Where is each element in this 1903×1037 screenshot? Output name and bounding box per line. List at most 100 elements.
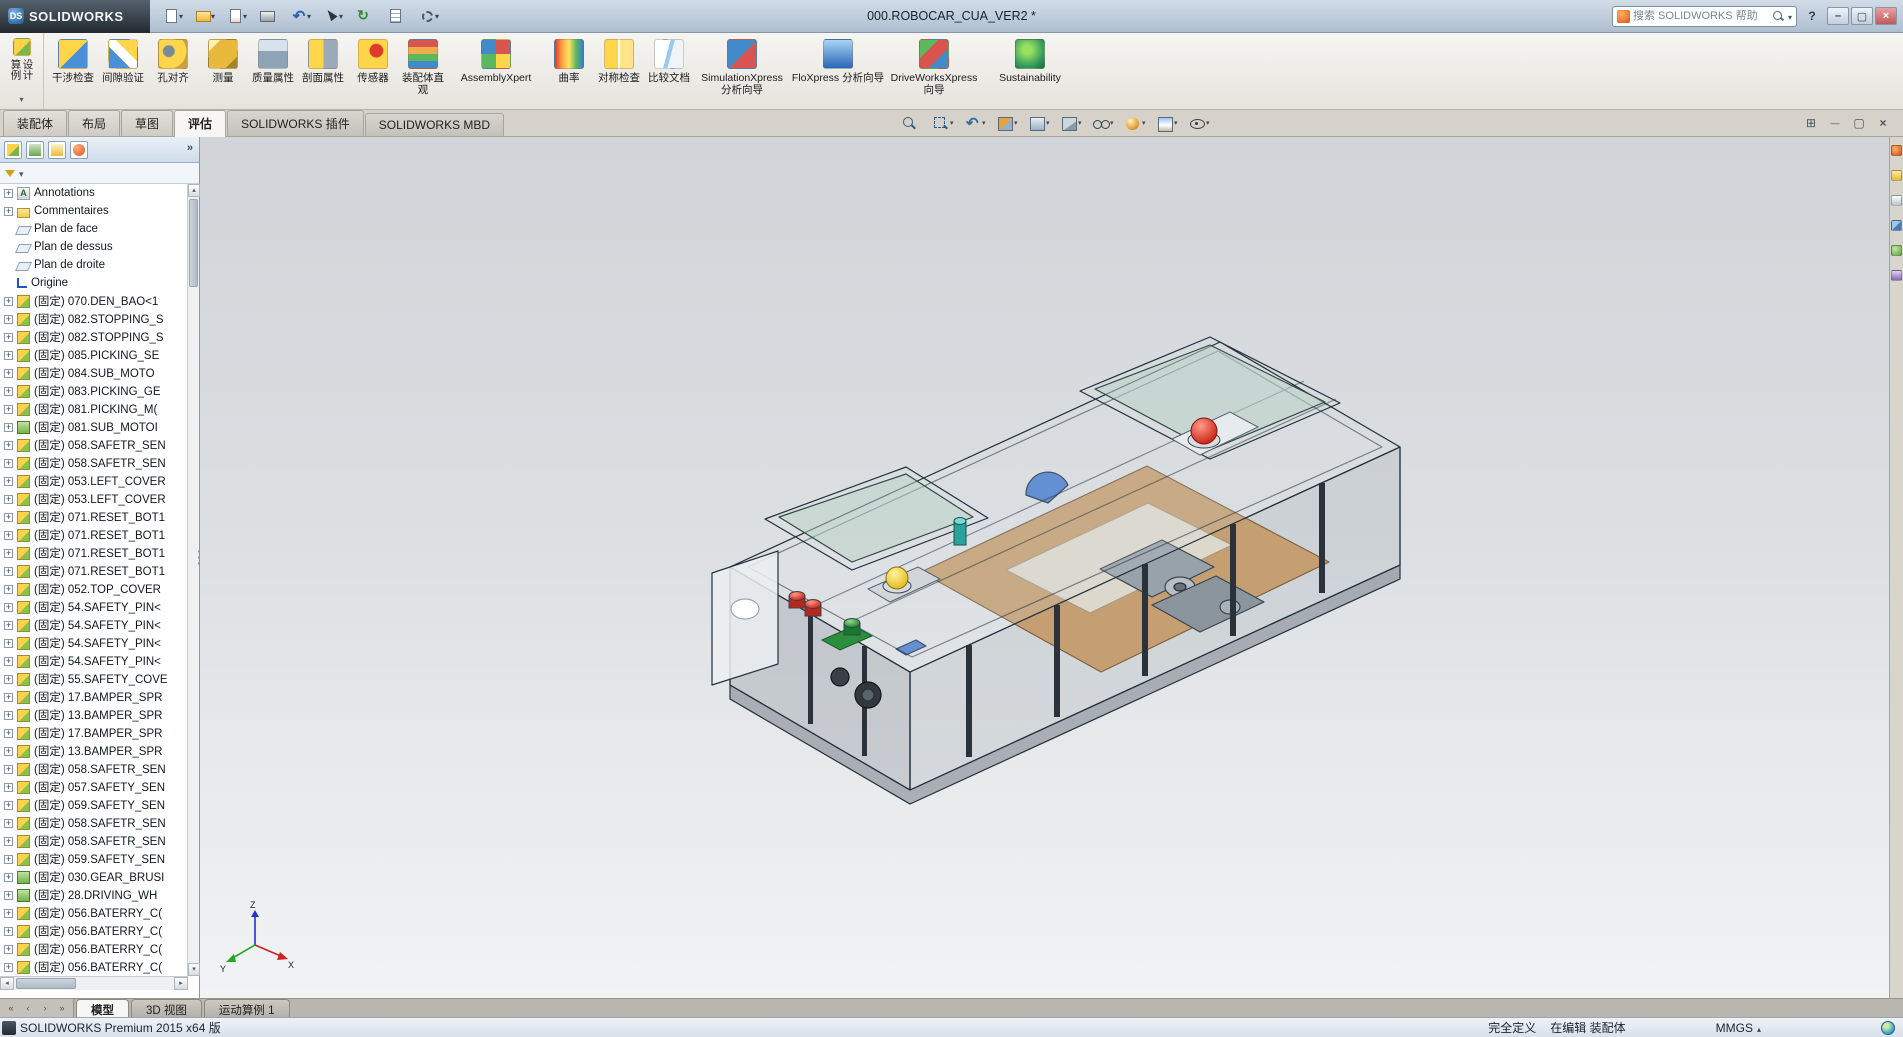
tree-item[interactable]: Plan de face <box>0 220 188 238</box>
quick-tool-button[interactable] <box>256 4 286 28</box>
ribbon-button[interactable]: 传感器 <box>348 35 398 107</box>
dropdown-caret-icon[interactable] <box>339 12 347 21</box>
tree-item[interactable]: (固定) 084.SUB_MOTO <box>0 364 188 382</box>
expand-toggle-icon[interactable] <box>4 872 13 882</box>
dropdown-caret-icon[interactable] <box>1142 119 1149 127</box>
dropdown-caret-icon[interactable] <box>950 119 957 127</box>
window-button[interactable] <box>1875 7 1897 25</box>
graphics-viewport[interactable]: Z X Y <box>200 137 1889 998</box>
view-tool-button[interactable] <box>962 112 991 134</box>
panel-overflow-icon[interactable] <box>187 142 193 154</box>
view-tool-button[interactable] <box>994 112 1023 134</box>
tree-item[interactable]: (固定) 071.RESET_BOT1 <box>0 526 188 544</box>
tree-item[interactable]: (固定) 071.RESET_BOT1 <box>0 508 188 526</box>
search-icon[interactable] <box>1772 10 1785 23</box>
tab-nav-button[interactable] <box>37 1001 53 1016</box>
ribbon-button[interactable]: SimulationXpress 分析向导 <box>694 35 790 107</box>
scroll-right-icon[interactable] <box>174 977 188 990</box>
ribbon-button[interactable]: 装配体直观 <box>398 35 448 107</box>
expand-toggle-icon[interactable] <box>4 584 13 594</box>
tree-item[interactable]: (固定) 13.BAMPER_SPR <box>0 706 188 724</box>
tree-item[interactable]: (固定) 17.BAMPER_SPR <box>0 688 188 706</box>
ribbon-button[interactable]: 曲率 <box>544 35 594 107</box>
expand-toggle-icon[interactable] <box>4 476 13 486</box>
featuremanager-tab[interactable] <box>26 140 44 159</box>
design-study-button[interactable]: 设计算例 <box>0 33 44 109</box>
quick-tool-button[interactable] <box>384 4 414 28</box>
expand-toggle-icon[interactable] <box>4 296 13 306</box>
expand-toggle-icon[interactable] <box>4 746 13 756</box>
expand-toggle-icon[interactable] <box>4 494 13 504</box>
document-window-button[interactable] <box>1801 114 1821 132</box>
expand-toggle-icon[interactable] <box>4 188 13 198</box>
ribbon-button[interactable]: DriveWorksXpress 向导 <box>886 35 982 107</box>
command-tab[interactable]: SOLIDWORKS MBD <box>364 113 505 136</box>
tree-item[interactable]: Plan de droite <box>0 256 188 274</box>
dropdown-caret-icon[interactable] <box>1110 119 1117 127</box>
expand-toggle-icon[interactable] <box>4 314 13 324</box>
quick-tool-button[interactable] <box>224 4 254 28</box>
ribbon-button[interactable]: Sustainability <box>982 35 1078 107</box>
expand-toggle-icon[interactable] <box>4 566 13 576</box>
document-window-button[interactable] <box>1825 114 1845 132</box>
expand-toggle-icon[interactable] <box>4 350 13 360</box>
command-tab[interactable]: 评估 <box>174 110 227 137</box>
view-tool-button[interactable] <box>930 112 959 134</box>
expand-toggle-icon[interactable] <box>4 962 13 972</box>
quick-tool-button[interactable] <box>352 4 382 28</box>
dropdown-caret-icon[interactable] <box>1174 119 1181 127</box>
scroll-up-icon[interactable] <box>188 184 200 197</box>
expand-toggle-icon[interactable] <box>4 602 13 612</box>
document-tab[interactable]: 3D 视图 <box>131 999 202 1017</box>
tree-item[interactable]: (固定) 052.TOP_COVER <box>0 580 188 598</box>
view-tool-button[interactable] <box>1026 112 1055 134</box>
tree-item[interactable]: (固定) 056.BATERRY_C( <box>0 904 188 922</box>
quick-tool-button[interactable] <box>192 4 222 28</box>
command-tab[interactable]: 装配体 <box>3 110 68 136</box>
tab-nav-button[interactable] <box>3 1001 19 1016</box>
command-tab[interactable]: 草图 <box>121 110 174 136</box>
tree-item[interactable]: Commentaires <box>0 202 188 220</box>
dropdown-caret-icon[interactable] <box>1206 119 1213 127</box>
tree-horizontal-scrollbar[interactable] <box>0 976 188 990</box>
tree-filter[interactable] <box>0 163 199 184</box>
expand-toggle-icon[interactable] <box>4 206 13 216</box>
dropdown-caret-icon[interactable] <box>435 12 443 21</box>
expand-toggle-icon[interactable] <box>4 908 13 918</box>
window-button[interactable] <box>1851 7 1873 25</box>
model-3d[interactable]: Z X Y <box>200 137 1889 998</box>
tree-item[interactable]: (固定) 058.SAFETR_SEN <box>0 760 188 778</box>
dropdown-caret-icon[interactable] <box>211 12 219 21</box>
tree-item[interactable]: (固定) 28.DRIVING_WH <box>0 886 188 904</box>
view-tool-button[interactable] <box>898 112 927 134</box>
view-tool-button[interactable] <box>1090 112 1119 134</box>
document-window-button[interactable] <box>1873 114 1893 132</box>
status-units-button[interactable]: MMGS <box>1716 1021 1753 1035</box>
quick-tool-button[interactable] <box>160 4 190 28</box>
tree-item[interactable]: (固定) 058.SAFETR_SEN <box>0 454 188 472</box>
tree-item[interactable]: (固定) 030.GEAR_BRUSI <box>0 868 188 886</box>
search-input[interactable] <box>1633 10 1769 22</box>
expand-toggle-icon[interactable] <box>4 404 13 414</box>
expand-toggle-icon[interactable] <box>4 620 13 630</box>
tree-item[interactable]: (固定) 55.SAFETY_COVE <box>0 670 188 688</box>
view-tool-button[interactable] <box>1122 112 1151 134</box>
task-pane-tab-icon[interactable] <box>1891 220 1902 231</box>
expand-toggle-icon[interactable] <box>4 836 13 846</box>
tree-item[interactable]: Origine <box>0 274 188 292</box>
tree-item[interactable]: (固定) 058.SAFETR_SEN <box>0 436 188 454</box>
dropdown-caret-icon[interactable] <box>982 119 989 127</box>
tree-item[interactable]: (固定) 13.BAMPER_SPR <box>0 742 188 760</box>
tree-item[interactable]: (固定) 053.LEFT_COVER <box>0 472 188 490</box>
expand-toggle-icon[interactable] <box>4 926 13 936</box>
tree-item[interactable]: (固定) 056.BATERRY_C( <box>0 922 188 940</box>
expand-toggle-icon[interactable] <box>4 422 13 432</box>
tab-nav-button[interactable] <box>54 1001 70 1016</box>
tree-item[interactable]: (固定) 083.PICKING_GE <box>0 382 188 400</box>
expand-toggle-icon[interactable] <box>4 332 13 342</box>
dropdown-caret-icon[interactable] <box>179 12 187 21</box>
tab-nav-button[interactable] <box>20 1001 36 1016</box>
expand-toggle-icon[interactable] <box>4 728 13 738</box>
task-pane-tab-icon[interactable] <box>1891 170 1902 181</box>
units-caret-icon[interactable] <box>1757 1021 1761 1035</box>
